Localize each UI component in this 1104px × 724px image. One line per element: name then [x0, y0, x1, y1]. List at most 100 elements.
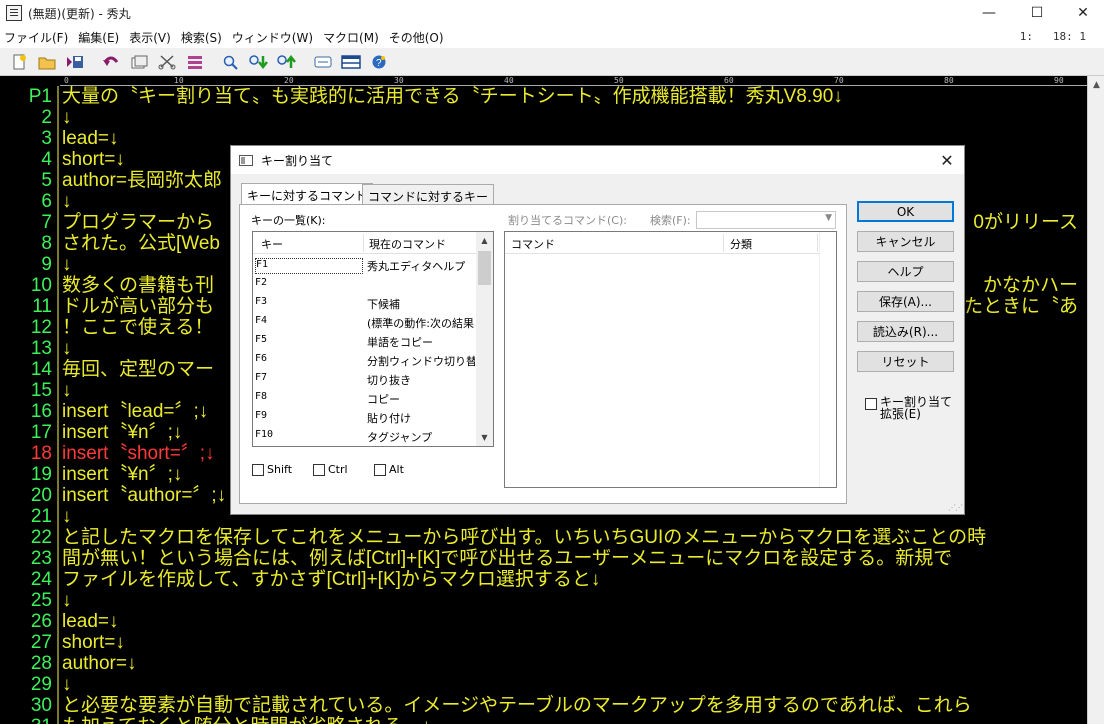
- line-text[interactable]: ↓: [62, 674, 72, 695]
- editor-vertical-scrollbar[interactable]: ▲: [1087, 76, 1104, 724]
- key-list-row[interactable]: F7 切り抜き: [253, 369, 477, 388]
- split-window-icon[interactable]: [340, 51, 362, 73]
- alt-checkbox[interactable]: Alt: [374, 463, 404, 476]
- key-list-row[interactable]: F6 分割ウィンドウ切り替え: [253, 350, 477, 369]
- help-icon[interactable]: ?: [368, 51, 390, 73]
- open-folder-icon[interactable]: [36, 51, 58, 73]
- line-text[interactable]: insert〝¥n〞;↓: [62, 422, 182, 443]
- line-text[interactable]: ↓: [62, 338, 72, 359]
- line-text[interactable]: lead=↓: [62, 611, 119, 632]
- chevron-up-icon[interactable]: ▲: [476, 232, 493, 249]
- editor-line[interactable]: 25 ↓: [0, 590, 1104, 611]
- line-text[interactable]: も加えておくと随分と時間が省略される。↓: [62, 716, 431, 724]
- line-text[interactable]: lead=↓: [62, 128, 119, 149]
- app-icon[interactable]: [6, 5, 22, 21]
- new-file-icon[interactable]: [8, 51, 30, 73]
- line-text[interactable]: insert〝author=〞;↓: [62, 485, 226, 506]
- undo-icon[interactable]: [100, 51, 122, 73]
- line-text[interactable]: と必要な要素が自動で記載されている。イメージやテーブルのマークアップを多用するの…: [62, 695, 972, 716]
- line-text[interactable]: された。公式[Web: [62, 233, 220, 254]
- line-text[interactable]: short=↓: [62, 632, 125, 653]
- line-text[interactable]: ！ここで使える！: [62, 317, 213, 338]
- key-list-row[interactable]: F3 下候補: [253, 293, 477, 312]
- editor-line[interactable]: P1 大量の〝キー割り当て〟も実践的に活用できる〝チートシート〟作成機能搭載！秀丸…: [0, 86, 1104, 107]
- shift-checkbox[interactable]: Shift: [252, 463, 292, 476]
- maximize-button[interactable]: ☐: [1014, 0, 1060, 26]
- editor-line[interactable]: 26 lead=↓: [0, 611, 1104, 632]
- line-text[interactable]: ファイルを作成して、すかさず[Ctrl]+[K]からマクロ選択すると↓: [62, 569, 600, 590]
- line-text-visible-tail[interactable]: たときに〝あ: [964, 296, 1078, 317]
- column-header-command[interactable]: コマンド: [511, 236, 555, 252]
- line-text[interactable]: 毎回、定型のマー: [62, 359, 214, 380]
- line-text[interactable]: 間が無い！という場合には、例えば[Ctrl]+[K]で呼び出せるユーザーメニュー…: [62, 548, 952, 569]
- command-list-scrollbar[interactable]: [819, 232, 836, 487]
- line-text[interactable]: プログラマーから: [62, 212, 214, 233]
- line-text[interactable]: ↓: [62, 191, 72, 212]
- column-header-category[interactable]: 分類: [730, 236, 752, 252]
- copy-window-icon[interactable]: [128, 51, 150, 73]
- list-icon[interactable]: [184, 51, 206, 73]
- tag-jump-icon[interactable]: [312, 51, 334, 73]
- search-icon[interactable]: [220, 51, 242, 73]
- chevron-down-icon[interactable]: ▼: [476, 429, 493, 446]
- line-text[interactable]: author=↓: [62, 653, 136, 674]
- editor-line[interactable]: 27 short=↓: [0, 632, 1104, 653]
- reset-button[interactable]: リセット: [857, 351, 954, 372]
- editor-line[interactable]: 23 間が無い！という場合には、例えば[Ctrl]+[K]で呼び出せるユーザーメニ…: [0, 548, 1104, 569]
- editor-line[interactable]: 28 author=↓: [0, 653, 1104, 674]
- key-assignment-extend-checkbox[interactable]: キー割り当て 拡張(E): [865, 396, 952, 420]
- close-button[interactable]: ✕: [1060, 0, 1104, 26]
- editor-line[interactable]: 29 ↓: [0, 674, 1104, 695]
- line-text[interactable]: author=長岡弥太郎: [62, 170, 222, 191]
- menu-window[interactable]: ウィンドウ(W): [228, 29, 319, 46]
- line-text[interactable]: 数多くの書籍も刊: [62, 275, 214, 296]
- line-text-visible-tail[interactable]: かなかハー: [983, 275, 1078, 296]
- key-list-row[interactable]: F9 貼り付け: [253, 407, 477, 426]
- line-text[interactable]: ↓: [62, 590, 72, 611]
- scroll-thumb[interactable]: [478, 251, 491, 285]
- menu-search[interactable]: 検索(S): [177, 29, 228, 46]
- search-up-icon[interactable]: [276, 51, 298, 73]
- line-text-visible-tail[interactable]: 0がリリース: [973, 212, 1078, 233]
- column-header-key[interactable]: キー: [261, 236, 283, 252]
- column-header-current-command[interactable]: 現在のコマンド: [369, 236, 446, 252]
- key-list-row[interactable]: F10 タグジャンプ: [253, 426, 477, 445]
- dialog-close-button[interactable]: ✕: [936, 149, 958, 171]
- scroll-up-arrow-icon[interactable]: ▲: [1088, 76, 1104, 93]
- command-search-input[interactable]: ▼: [696, 211, 836, 229]
- line-text[interactable]: ↓: [62, 506, 72, 527]
- menu-edit[interactable]: 編集(E): [74, 29, 125, 46]
- menu-other[interactable]: その他(O): [385, 29, 450, 46]
- key-list-row[interactable]: F2: [253, 274, 477, 293]
- editor-line[interactable]: 30 と必要な要素が自動で記載されている。イメージやテーブルのマークアップを多用す…: [0, 695, 1104, 716]
- line-text[interactable]: 大量の〝キー割り当て〟も実践的に活用できる〝チートシート〟作成機能搭載！秀丸V8…: [62, 86, 843, 107]
- menu-file[interactable]: ファイル(F): [0, 29, 74, 46]
- menu-view[interactable]: 表示(V): [125, 29, 177, 46]
- menu-macro[interactable]: マクロ(M): [319, 29, 385, 46]
- editor-line[interactable]: 2 ↓: [0, 107, 1104, 128]
- editor-line[interactable]: 24 ファイルを作成して、すかさず[Ctrl]+[K]からマクロ選択すると↓: [0, 569, 1104, 590]
- search-down-icon[interactable]: [248, 51, 270, 73]
- resize-grip-icon[interactable]: ⋰⋰: [948, 503, 963, 512]
- save-button[interactable]: 保存(A)...: [857, 291, 954, 312]
- line-text[interactable]: ↓: [62, 380, 72, 401]
- line-text[interactable]: ドルが高い部分も: [62, 296, 214, 317]
- line-text[interactable]: insert〝short=〞;↓: [62, 443, 215, 464]
- cancel-button[interactable]: キャンセル: [857, 231, 954, 252]
- command-list[interactable]: コマンド 分類: [504, 231, 837, 488]
- save-icon[interactable]: [64, 51, 86, 73]
- line-text[interactable]: insert〝¥n〞;↓: [62, 464, 182, 485]
- key-list-row[interactable]: F4 (標準の動作:次の結果): [253, 312, 477, 331]
- line-text[interactable]: insert〝lead=〞;↓: [62, 401, 208, 422]
- line-text[interactable]: short=↓: [62, 149, 125, 170]
- key-list[interactable]: キー 現在のコマンド F1 秀丸エディタヘルプ F2 F3 下候補 F4 (標準の動作:次の…: [252, 231, 494, 447]
- line-text[interactable]: ↓: [62, 254, 72, 275]
- load-button[interactable]: 読込み(R)...: [857, 321, 954, 342]
- ok-button[interactable]: OK: [857, 201, 954, 222]
- editor-line[interactable]: 31 も加えておくと随分と時間が省略される。↓: [0, 716, 1104, 724]
- line-text[interactable]: と記したマクロを保存してこれをメニューから呼び出す。いちいちGUIのメニューから…: [62, 527, 986, 548]
- line-text[interactable]: ↓: [62, 107, 72, 128]
- key-list-row[interactable]: F5 単語をコピー: [253, 331, 477, 350]
- cut-icon[interactable]: [156, 51, 178, 73]
- key-list-row[interactable]: F1 秀丸エディタヘルプ: [253, 255, 477, 274]
